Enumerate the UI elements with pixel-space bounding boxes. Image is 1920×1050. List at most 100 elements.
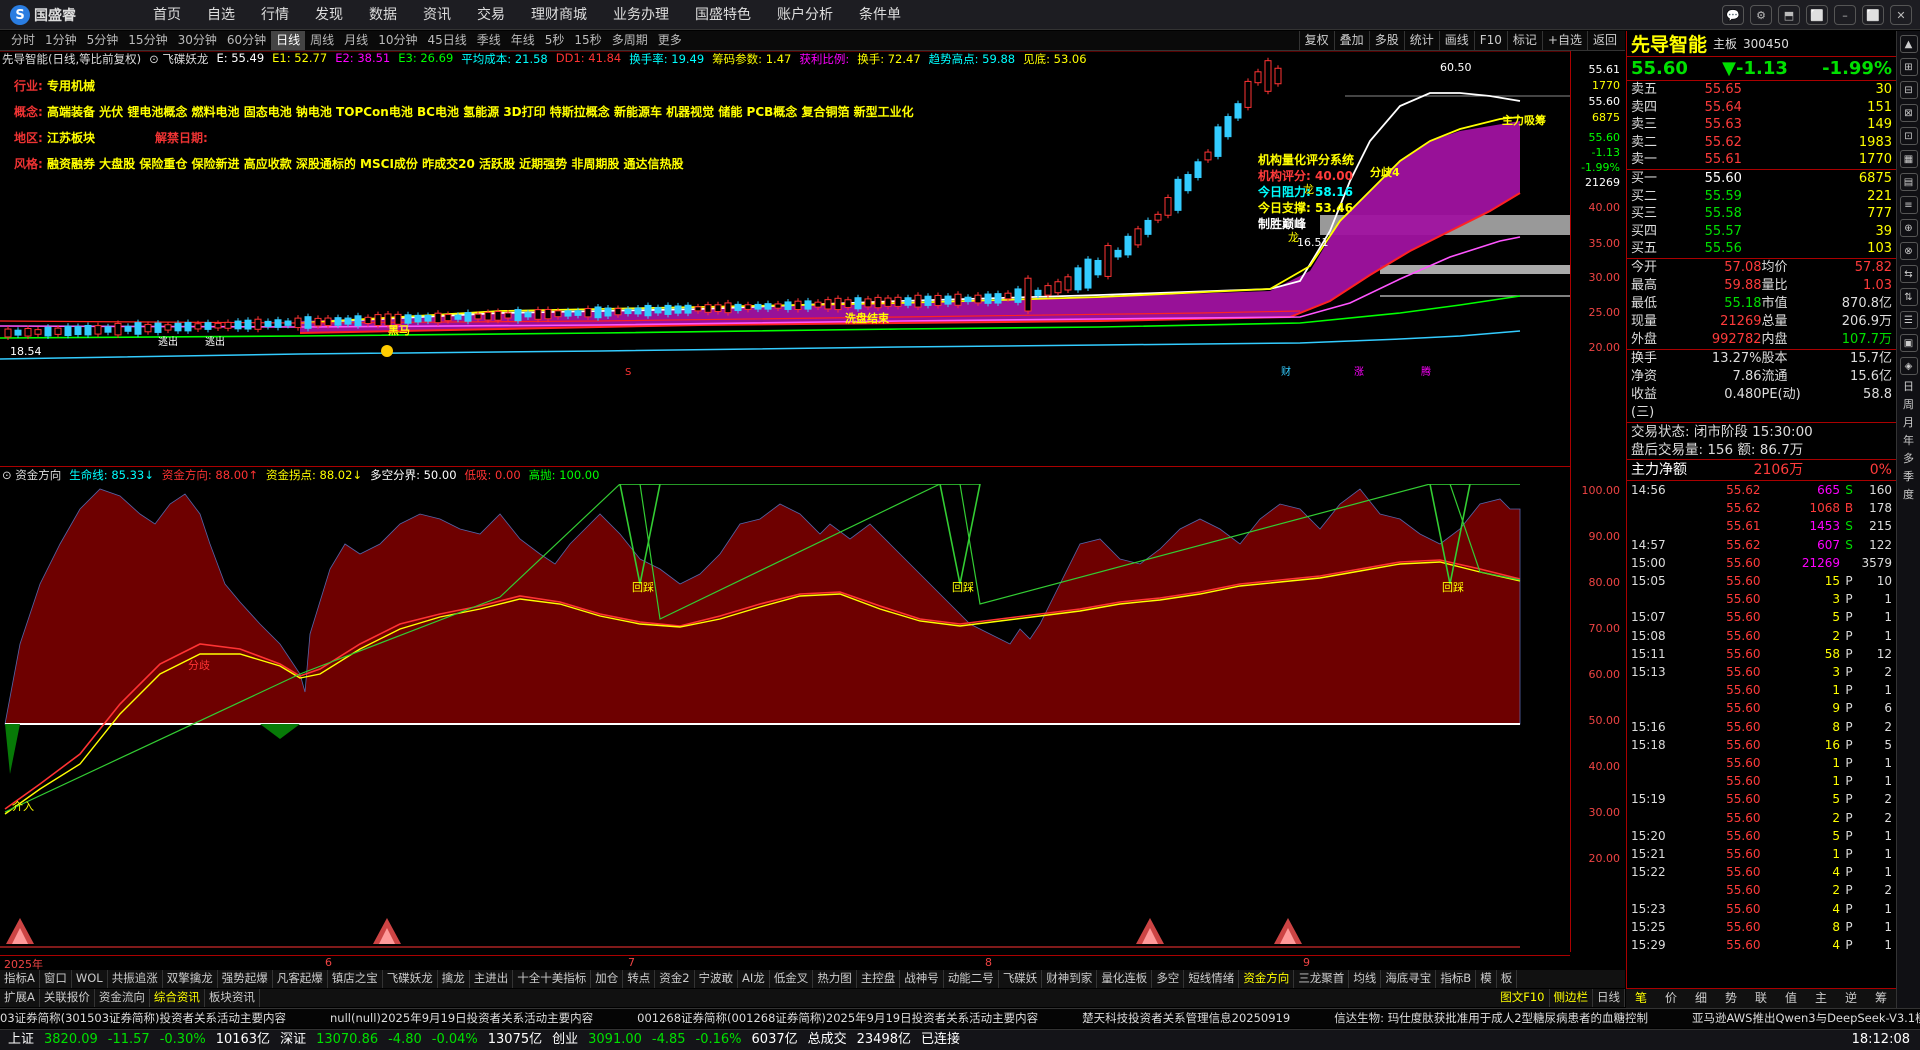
indicator-tab[interactable]: 窗口 bbox=[40, 970, 72, 988]
side-period[interactable]: 周 bbox=[1900, 398, 1918, 411]
window-button-icon[interactable]: ✕ bbox=[1890, 5, 1912, 25]
tool-button[interactable]: 标记 bbox=[1506, 31, 1542, 50]
menu-item[interactable]: 资讯 bbox=[410, 0, 464, 30]
window-button-icon[interactable]: ⬜ bbox=[1862, 5, 1884, 25]
indicator-tab[interactable]: 凡客起爆 bbox=[273, 970, 328, 988]
indicator-tab[interactable]: 十全十美指标 bbox=[513, 970, 592, 988]
indicator-tab[interactable]: 短线情绪 bbox=[1184, 970, 1240, 988]
indicator-tab[interactable]: 三龙聚首 bbox=[1294, 970, 1350, 988]
app-logo[interactable]: S 国盛睿 bbox=[10, 5, 76, 25]
menu-item[interactable]: 业务办理 bbox=[600, 0, 682, 30]
indicator-tab[interactable]: 热力图 bbox=[813, 970, 857, 988]
window-button-icon[interactable]: – bbox=[1834, 5, 1856, 25]
side-tool-icon[interactable]: ⊕ bbox=[1899, 219, 1918, 237]
indicator-tab[interactable]: 飞碟妖龙 bbox=[383, 970, 438, 988]
news-ticker[interactable]: 03证券简称(301503证券简称)投资者关系活动主要内容 null(null)2… bbox=[0, 1008, 1920, 1028]
period-tab[interactable]: 60分钟 bbox=[222, 31, 271, 50]
side-tool-icon[interactable]: ⊞ bbox=[1899, 58, 1918, 76]
indicator-tab[interactable]: 共振追涨 bbox=[108, 970, 163, 988]
window-button-icon[interactable]: ⚙ bbox=[1750, 5, 1772, 25]
period-tab[interactable]: 更多 bbox=[653, 31, 687, 50]
extend-tab[interactable]: 综合资讯 bbox=[150, 989, 205, 1007]
side-tool-icon[interactable]: ≡ bbox=[1899, 196, 1918, 214]
indicator-tab[interactable]: 资金2 bbox=[655, 970, 695, 988]
indicator-tab[interactable]: 主进出 bbox=[470, 970, 514, 988]
indicator-tab[interactable]: 动能二号 bbox=[944, 970, 999, 988]
indicator-tab[interactable]: 指标B bbox=[1436, 970, 1477, 988]
indicator-tab[interactable]: 量化连板 bbox=[1097, 970, 1153, 988]
period-tab[interactable]: 月线 bbox=[339, 31, 373, 50]
extend-tab[interactable]: 扩展A bbox=[0, 989, 40, 1007]
side-tool-icon[interactable]: ◈ bbox=[1899, 357, 1918, 375]
period-tab[interactable]: 年线 bbox=[506, 31, 540, 50]
indicator-tab[interactable]: 双擎擒龙 bbox=[163, 970, 218, 988]
indicator-tab[interactable]: 加仓 bbox=[591, 970, 624, 988]
side-tool-icon[interactable]: ⊗ bbox=[1899, 242, 1918, 260]
side-tool-icon[interactable]: ☰ bbox=[1899, 311, 1918, 329]
menu-item[interactable]: 交易 bbox=[464, 0, 518, 30]
news-item[interactable]: 楚天科技投资者关系管理信息20250919 bbox=[1082, 1011, 1290, 1025]
extend-tab[interactable]: 板块资讯 bbox=[205, 989, 260, 1007]
menu-item[interactable]: 首页 bbox=[140, 0, 194, 30]
fund-direction-chart[interactable]: 回踩 回踩 回踩 分歧 介入 bbox=[0, 484, 1570, 954]
side-tool-icon[interactable]: ⊟ bbox=[1899, 81, 1918, 99]
indicator-tab[interactable]: 资金方向 bbox=[1239, 970, 1295, 988]
news-item[interactable]: 信达生物: 玛仕度肽获批准用于成人2型糖尿病患者的血糖控制 bbox=[1334, 1011, 1648, 1025]
tool-button[interactable]: +自选 bbox=[1541, 31, 1587, 50]
indicator-tab[interactable]: 均线 bbox=[1349, 970, 1382, 988]
period-tab[interactable]: 10分钟 bbox=[373, 31, 422, 50]
side-period[interactable]: 日 bbox=[1900, 380, 1918, 393]
right-tab[interactable]: 主 bbox=[1806, 989, 1836, 1008]
news-item[interactable]: 亚马逊AWS推出Qwen3与DeepSeek-V3.1模型 bbox=[1692, 1011, 1920, 1025]
period-tab[interactable]: 5秒 bbox=[540, 31, 570, 50]
menu-item[interactable]: 条件单 bbox=[846, 0, 914, 30]
panel-toggle[interactable]: 图文F10 bbox=[1496, 989, 1550, 1007]
indicator-tab[interactable]: 强势起爆 bbox=[218, 970, 273, 988]
news-item[interactable]: 03证券简称(301503证券简称)投资者关系活动主要内容 bbox=[0, 1011, 286, 1025]
menu-item[interactable]: 数据 bbox=[356, 0, 410, 30]
side-tool-icon[interactable]: ⊡ bbox=[1899, 127, 1918, 145]
side-tool-icon[interactable]: ▤ bbox=[1899, 173, 1918, 191]
menu-item[interactable]: 账户分析 bbox=[764, 0, 846, 30]
period-tab[interactable]: 15分钟 bbox=[123, 31, 172, 50]
indicator-tab[interactable]: 指标A bbox=[0, 970, 40, 988]
news-item[interactable]: null(null)2025年9月19日投资者关系活动主要内容 bbox=[330, 1011, 593, 1025]
side-period[interactable]: 月 bbox=[1900, 416, 1918, 429]
extend-tab[interactable]: 关联报价 bbox=[40, 989, 95, 1007]
indicator-tab[interactable]: 镇店之宝 bbox=[328, 970, 383, 988]
indicator-tab[interactable]: WOL bbox=[72, 970, 108, 988]
period-tab[interactable]: 5分钟 bbox=[82, 31, 124, 50]
extend-tab[interactable]: 资金流向 bbox=[95, 989, 150, 1007]
window-button-icon[interactable]: 💬 bbox=[1722, 5, 1744, 25]
window-button-icon[interactable]: ⬜ bbox=[1806, 5, 1828, 25]
side-period[interactable]: 多 bbox=[1900, 452, 1918, 465]
indicator-tab[interactable]: 低金叉 bbox=[770, 970, 814, 988]
tool-button[interactable]: F10 bbox=[1473, 31, 1507, 50]
side-tool-icon[interactable]: ▦ bbox=[1899, 150, 1918, 168]
tool-button[interactable]: 叠加 bbox=[1333, 31, 1369, 50]
right-tab[interactable]: 筹 bbox=[1866, 989, 1896, 1008]
side-period[interactable]: 年 bbox=[1900, 434, 1918, 447]
period-tab[interactable]: 分时 bbox=[6, 31, 40, 50]
indicator-tab[interactable]: 多空 bbox=[1152, 970, 1185, 988]
tool-button[interactable]: 统计 bbox=[1403, 31, 1439, 50]
side-period[interactable]: 季 bbox=[1900, 470, 1918, 483]
tick-list[interactable]: 14:56 55.62 665 S 160 55.62 1068 B 178 55.61 1453 S… bbox=[1627, 481, 1896, 954]
period-tab[interactable]: 30分钟 bbox=[173, 31, 222, 50]
side-tool-icon[interactable]: ⊠ bbox=[1899, 104, 1918, 122]
panel-toggle[interactable]: 侧边栏 bbox=[1550, 989, 1593, 1007]
period-tab[interactable]: 1分钟 bbox=[40, 31, 82, 50]
tool-button[interactable]: 画线 bbox=[1438, 31, 1474, 50]
right-tab[interactable]: 笔 bbox=[1626, 989, 1656, 1008]
period-tab[interactable]: 多周期 bbox=[607, 31, 653, 50]
menu-item[interactable]: 行情 bbox=[248, 0, 302, 30]
menu-item[interactable]: 自选 bbox=[194, 0, 248, 30]
right-tab[interactable]: 联 bbox=[1746, 989, 1776, 1008]
indicator-tab[interactable]: AI龙 bbox=[738, 970, 770, 988]
right-tab[interactable]: 值 bbox=[1776, 989, 1806, 1008]
tool-button[interactable]: 复权 bbox=[1298, 31, 1334, 50]
menu-item[interactable]: 理财商城 bbox=[518, 0, 600, 30]
indicator-tab[interactable]: 战神号 bbox=[900, 970, 944, 988]
period-tab[interactable]: 日线 bbox=[271, 31, 306, 50]
period-tab[interactable]: 周线 bbox=[305, 31, 339, 50]
